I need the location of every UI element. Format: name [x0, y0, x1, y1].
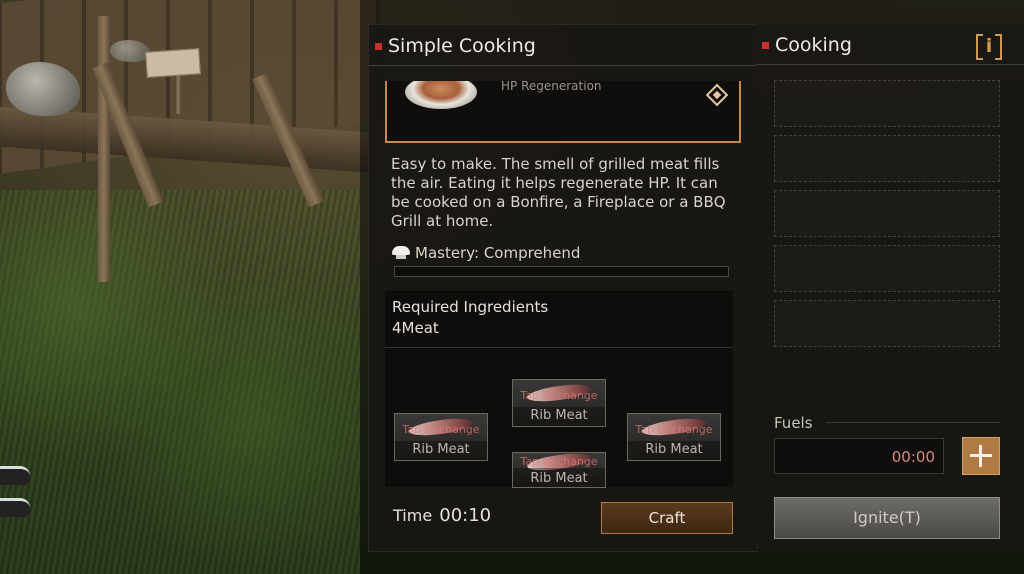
- plus-icon[interactable]: [962, 437, 1000, 475]
- mastery-label: Mastery: Comprehend: [415, 244, 581, 262]
- recipe-description: Easy to make. The smell of grilled meat …: [391, 155, 726, 230]
- cooking-queue-slot[interactable]: [774, 245, 1000, 292]
- craft-button[interactable]: Craft: [601, 502, 733, 534]
- ingredient-slot-left[interactable]: Tap to change Rib Meat: [394, 413, 488, 461]
- ingredient-slot-bottom[interactable]: Tap to change Rib Meat: [512, 452, 606, 488]
- panel-title: Cooking: [775, 34, 852, 56]
- fence-post: [98, 16, 110, 282]
- panel-title-row: Simple Cooking: [375, 35, 536, 57]
- title-marker-icon: [375, 42, 382, 50]
- ingredient-slot-right[interactable]: Tap to change Rib Meat: [627, 413, 721, 461]
- slot-item-name: Rib Meat: [412, 442, 470, 457]
- divider: [369, 65, 757, 66]
- bracket-left: [976, 34, 983, 60]
- time-value: 00:10: [439, 505, 492, 526]
- grilled-meat-dish-image: [405, 81, 477, 109]
- panel-title: Simple Cooking: [388, 35, 536, 57]
- slot-hint: Tap to change: [520, 389, 598, 402]
- character-shoe: [0, 498, 30, 517]
- slot-hint: Tap to change: [402, 423, 480, 436]
- bracket-right: [995, 34, 1002, 60]
- cooking-queue-slot[interactable]: [774, 300, 1000, 347]
- rock: [110, 40, 150, 62]
- dish-effect: HP Regeneration: [501, 81, 602, 93]
- grass-ground: [0, 190, 360, 574]
- slot-item-name: Rib Meat: [530, 471, 588, 486]
- divider: [385, 347, 733, 348]
- panel-title-row: Cooking: [762, 34, 852, 56]
- recipe-card[interactable]: HP Regeneration: [385, 81, 741, 143]
- character-shoe: [0, 466, 30, 485]
- time-label: Time: [393, 506, 433, 525]
- divider: [756, 64, 1024, 65]
- slot-item-name: Rib Meat: [530, 408, 588, 423]
- chef-hat-icon: [391, 246, 411, 260]
- cooking-panel: Cooking i Fuels 00:00 Ignite(T): [756, 24, 1024, 550]
- mastery-progress-bar: [394, 266, 729, 277]
- slot-item-name: Rib Meat: [645, 442, 703, 457]
- info-icon[interactable]: i: [976, 34, 1002, 60]
- sign-post: [176, 70, 181, 114]
- cooking-queue-slot[interactable]: [774, 135, 1000, 182]
- ingredients-header: Required Ingredients: [392, 298, 549, 316]
- divider: [826, 422, 1000, 423]
- ingredients-requirement: 4Meat: [392, 319, 439, 337]
- mastery-row: Mastery: Comprehend: [391, 244, 580, 262]
- wooden-sign: [145, 48, 201, 78]
- fuel-timer: 00:00: [774, 438, 944, 474]
- cooking-queue-slot[interactable]: [774, 80, 1000, 127]
- info-label: i: [985, 35, 993, 57]
- simple-cooking-panel: Simple Cooking HP Regeneration Easy to m…: [368, 24, 758, 552]
- ignite-button[interactable]: Ignite(T): [774, 497, 1000, 539]
- slot-hint: Tap to change: [635, 423, 713, 436]
- ingredients-section: Required Ingredients 4Meat Tap to change…: [385, 291, 733, 488]
- cook-time: Time 00:10: [393, 505, 491, 526]
- title-marker-icon: [762, 41, 769, 49]
- cooking-queue-slot[interactable]: [774, 190, 1000, 237]
- fuels-label: Fuels: [774, 414, 813, 432]
- ingredient-slot-top[interactable]: Tap to change Rib Meat: [512, 379, 606, 427]
- slot-hint: Tap to change: [520, 455, 598, 468]
- favorite-diamond-icon[interactable]: [705, 83, 729, 107]
